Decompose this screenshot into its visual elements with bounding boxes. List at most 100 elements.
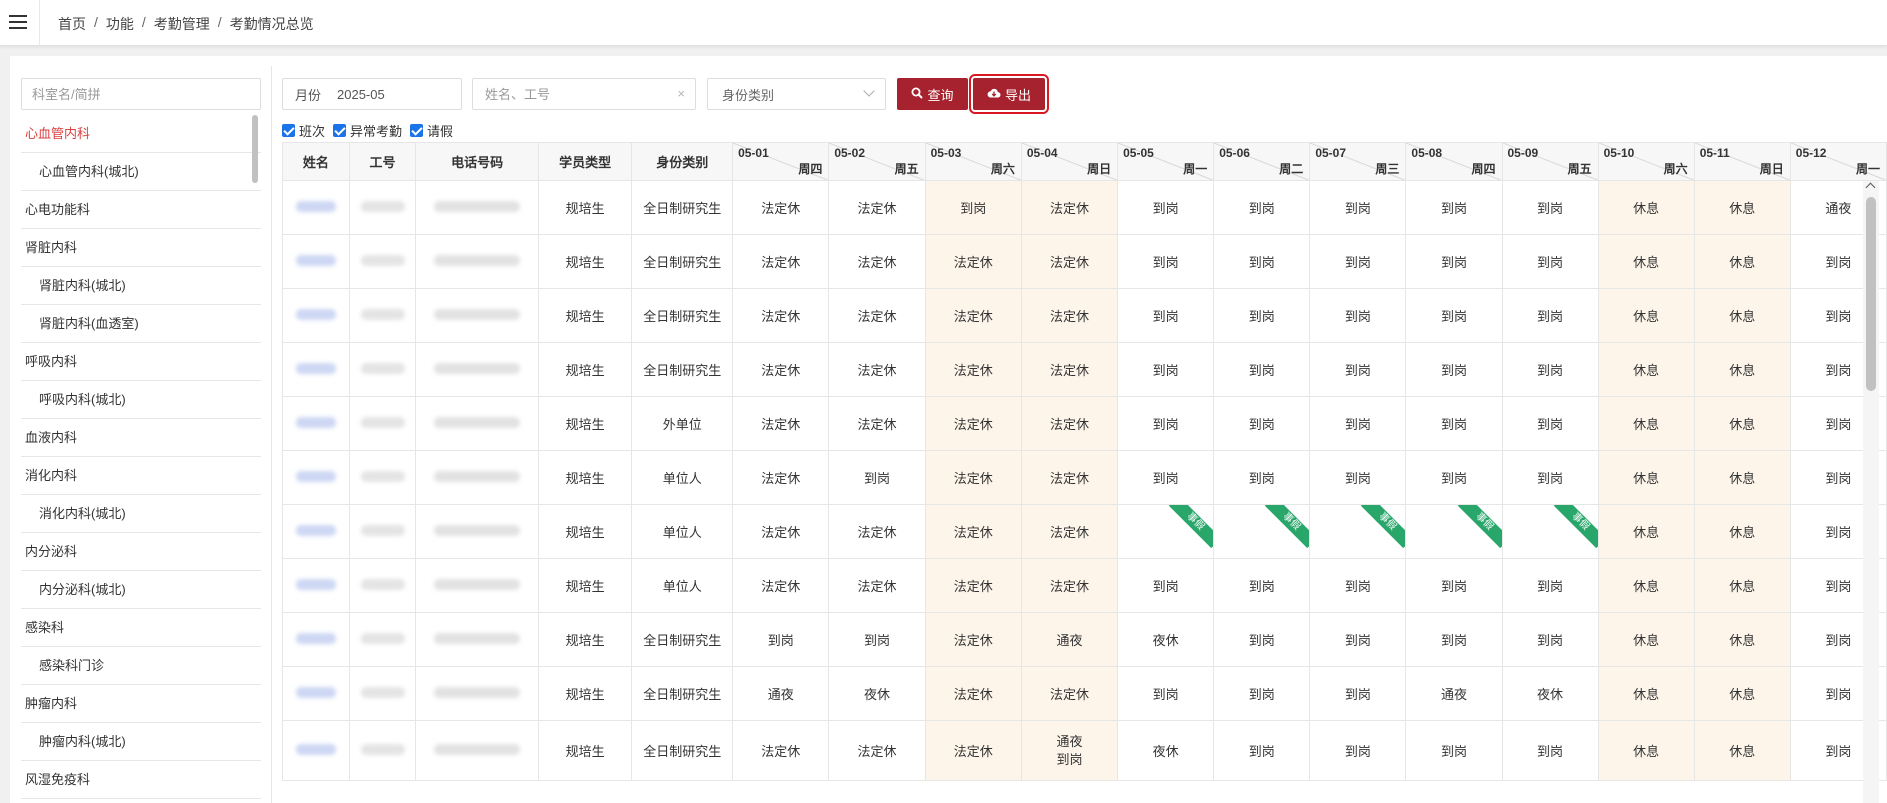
attendance-cell[interactable]: 法定休 — [924, 504, 1022, 559]
attendance-cell-leave[interactable]: 事假 — [1405, 504, 1503, 559]
scrollbar-thumb[interactable] — [1866, 197, 1876, 391]
query-button[interactable]: 查询 — [897, 78, 968, 110]
attendance-cell[interactable]: 休息 — [1597, 720, 1695, 781]
table-row[interactable]: 规培生 全日制研究生 通夜 夜休 法定休 法定休 到岗 到岗 到岗 通夜 夜休 休息 休息 到岗 — [282, 666, 1887, 721]
dept-item[interactable]: 心电功能科 — [21, 191, 261, 229]
attendance-cell[interactable]: 休息 — [1693, 612, 1791, 667]
attendance-cell[interactable]: 休息 — [1597, 612, 1695, 667]
dept-item[interactable]: 心血管内科(城北) — [21, 153, 261, 191]
attendance-cell[interactable]: 到岗 — [1309, 612, 1407, 667]
attendance-cell[interactable]: 到岗 — [1309, 666, 1407, 721]
table-row[interactable]: 规培生 单位人 法定休 法定休 法定休 法定休 到岗 到岗 到岗 到岗 到岗 休息 休息 到岗 — [282, 558, 1887, 613]
attendance-cell[interactable]: 到岗 — [1117, 234, 1215, 289]
attendance-cell[interactable]: 到岗 — [1501, 342, 1599, 397]
attendance-cell[interactable]: 法定休 — [924, 450, 1022, 505]
attendance-cell[interactable]: 到岗 — [1117, 288, 1215, 343]
shift-checkbox[interactable]: 班次 — [282, 121, 325, 140]
attendance-cell[interactable]: 法定休 — [732, 504, 830, 559]
breadcrumb-attendance-mgmt[interactable]: 考勤管理 — [154, 14, 210, 34]
table-vertical-scrollbar[interactable] — [1863, 181, 1879, 803]
table-row[interactable]: 规培生 全日制研究生 法定休 法定休 到岗 法定休 到岗 到岗 到岗 到岗 到岗 休息 休息 通夜 — [282, 180, 1887, 235]
table-row[interactable]: 规培生 全日制研究生 法定休 法定休 法定休 通夜 到岗 夜休 到岗 到岗 到岗 到岗 休息 休息 到岗 — [282, 720, 1887, 781]
attendance-cell[interactable]: 到岗 — [1405, 558, 1503, 613]
attendance-cell[interactable]: 到岗 — [1501, 450, 1599, 505]
attendance-cell[interactable]: 到岗 — [1117, 558, 1215, 613]
attendance-cell[interactable]: 休息 — [1693, 396, 1791, 451]
attendance-cell[interactable]: 通夜 到岗 — [1020, 720, 1119, 781]
attendance-cell[interactable]: 夜休 — [1117, 612, 1215, 667]
attendance-cell[interactable]: 法定休 — [1020, 396, 1119, 451]
attendance-cell[interactable]: 到岗 — [1405, 342, 1503, 397]
attendance-cell[interactable]: 法定休 — [732, 342, 830, 397]
attendance-cell[interactable]: 到岗 — [1213, 666, 1311, 721]
dept-item[interactable]: 肾脏内科 — [21, 229, 261, 267]
attendance-cell[interactable]: 到岗 — [1309, 396, 1407, 451]
attendance-cell[interactable]: 法定休 — [732, 720, 830, 781]
attendance-cell[interactable]: 通夜 — [1020, 612, 1119, 667]
attendance-cell[interactable]: 到岗 — [924, 180, 1022, 235]
attendance-cell[interactable]: 到岗 — [1501, 612, 1599, 667]
attendance-cell[interactable]: 法定休 — [1020, 666, 1119, 721]
attendance-cell[interactable]: 休息 — [1597, 504, 1695, 559]
attendance-cell[interactable]: 到岗 — [1405, 720, 1503, 781]
table-row[interactable]: 规培生 单位人 法定休 法定休 法定休 法定休 事假 事假 事假 事假 事假 休息 休息 到岗 — [282, 504, 1887, 559]
attendance-cell[interactable]: 法定休 — [732, 234, 830, 289]
dept-item[interactable]: 内分泌科(城北) — [21, 571, 261, 609]
attendance-cell[interactable]: 到岗 — [1501, 720, 1599, 781]
dept-item[interactable]: 肿瘤内科 — [21, 685, 261, 723]
attendance-cell[interactable]: 法定休 — [924, 666, 1022, 721]
attendance-cell[interactable]: 法定休 — [828, 234, 926, 289]
attendance-cell[interactable]: 法定休 — [924, 342, 1022, 397]
dept-item[interactable]: 风湿免疫科 — [21, 761, 261, 799]
attendance-cell[interactable]: 法定休 — [1020, 450, 1119, 505]
menu-icon[interactable] — [9, 14, 27, 30]
attendance-cell[interactable]: 到岗 — [1213, 396, 1311, 451]
attendance-cell[interactable]: 到岗 — [1117, 342, 1215, 397]
attendance-cell[interactable]: 到岗 — [1405, 234, 1503, 289]
attendance-cell-leave[interactable]: 事假 — [1309, 504, 1407, 559]
attendance-cell[interactable]: 法定休 — [1020, 558, 1119, 613]
attendance-cell[interactable]: 法定休 — [1020, 180, 1119, 235]
dept-item[interactable]: 血液内科 — [21, 419, 261, 457]
attendance-cell[interactable]: 到岗 — [1309, 720, 1407, 781]
attendance-cell[interactable]: 法定休 — [732, 288, 830, 343]
dept-list-scrollbar[interactable] — [252, 115, 258, 183]
attendance-cell[interactable]: 到岗 — [1309, 558, 1407, 613]
attendance-cell[interactable]: 法定休 — [828, 288, 926, 343]
attendance-cell[interactable]: 法定休 — [1020, 504, 1119, 559]
attendance-cell[interactable]: 通夜 — [732, 666, 830, 721]
attendance-cell[interactable]: 到岗 — [1501, 180, 1599, 235]
attendance-cell[interactable]: 法定休 — [924, 396, 1022, 451]
attendance-cell[interactable]: 到岗 — [1309, 180, 1407, 235]
attendance-cell[interactable]: 到岗 — [1405, 396, 1503, 451]
export-button[interactable]: 导出 — [969, 74, 1049, 114]
attendance-cell[interactable]: 法定休 — [1020, 342, 1119, 397]
dept-item[interactable]: 肿瘤内科(城北) — [21, 723, 261, 761]
attendance-cell[interactable]: 到岗 — [1213, 720, 1311, 781]
attendance-cell[interactable]: 到岗 — [1117, 666, 1215, 721]
attendance-cell[interactable]: 法定休 — [924, 612, 1022, 667]
attendance-cell[interactable]: 休息 — [1693, 504, 1791, 559]
table-row[interactable]: 规培生 全日制研究生 法定休 法定休 法定休 法定休 到岗 到岗 到岗 到岗 到岗 休息 休息 到岗 — [282, 234, 1887, 289]
attendance-cell[interactable]: 到岗 — [828, 450, 926, 505]
attendance-cell[interactable]: 夜休 — [1117, 720, 1215, 781]
dept-search-input[interactable] — [21, 78, 261, 110]
attendance-cell[interactable]: 到岗 — [1213, 558, 1311, 613]
attendance-cell[interactable]: 到岗 — [1309, 342, 1407, 397]
attendance-cell[interactable]: 休息 — [1597, 666, 1695, 721]
attendance-cell[interactable]: 到岗 — [1405, 612, 1503, 667]
table-row[interactable]: 规培生 全日制研究生 法定休 法定休 法定休 法定休 到岗 到岗 到岗 到岗 到岗 休息 休息 到岗 — [282, 288, 1887, 343]
table-row[interactable]: 规培生 全日制研究生 法定休 法定休 法定休 法定休 到岗 到岗 到岗 到岗 到岗 休息 休息 到岗 — [282, 342, 1887, 397]
attendance-cell[interactable]: 休息 — [1597, 234, 1695, 289]
attendance-cell[interactable]: 夜休 — [1501, 666, 1599, 721]
attendance-cell[interactable]: 法定休 — [828, 342, 926, 397]
attendance-cell[interactable]: 到岗 — [732, 612, 830, 667]
attendance-cell[interactable]: 休息 — [1693, 450, 1791, 505]
attendance-cell[interactable]: 法定休 — [828, 396, 926, 451]
attendance-cell[interactable]: 法定休 — [1020, 288, 1119, 343]
attendance-cell[interactable]: 法定休 — [732, 180, 830, 235]
attendance-cell[interactable]: 通夜 — [1405, 666, 1503, 721]
dept-item[interactable]: 感染科 — [21, 609, 261, 647]
attendance-cell[interactable]: 休息 — [1597, 450, 1695, 505]
scroll-up-icon[interactable] — [1865, 182, 1876, 193]
